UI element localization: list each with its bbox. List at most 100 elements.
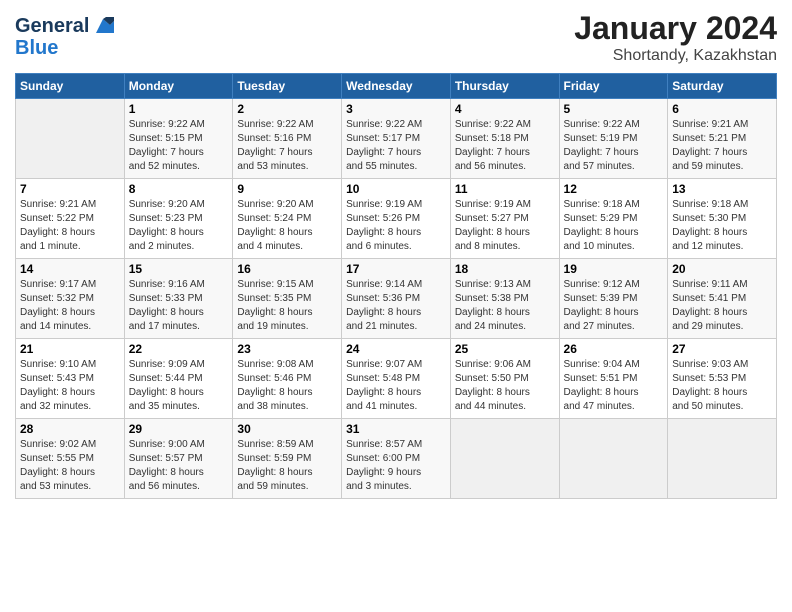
calendar-cell: 31 Sunrise: 8:57 AM Sunset: 6:00 PM Dayli… <box>342 419 451 499</box>
day-number: 27 <box>672 342 772 356</box>
day-info: Sunrise: 9:15 AM Sunset: 5:35 PM Dayligh… <box>237 278 337 334</box>
location: Shortandy, Kazakhstan <box>574 47 777 65</box>
calendar-week-3: 14Sunrise: 9:17 AM Sunset: 5:32 PM Dayli… <box>16 259 777 339</box>
calendar-cell: 12 Sunrise: 9:18 AM Sunset: 5:29 PM Dayli… <box>559 179 668 259</box>
calendar-cell: 21Sunrise: 9:10 AM Sunset: 5:43 PM Dayli… <box>16 339 125 419</box>
day-info: Sunrise: 9:13 AM Sunset: 5:38 PM Dayligh… <box>455 278 555 334</box>
day-info: Sunrise: 9:12 AM Sunset: 5:39 PM Dayligh… <box>564 278 664 334</box>
day-info: Sunrise: 8:57 AM Sunset: 6:00 PM Dayligh… <box>346 438 446 494</box>
col-monday: Monday <box>124 74 233 99</box>
col-wednesday: Wednesday <box>342 74 451 99</box>
day-number: 5 <box>564 102 664 116</box>
calendar-cell: 22Sunrise: 9:09 AM Sunset: 5:44 PM Dayli… <box>124 339 233 419</box>
day-number: 20 <box>672 262 772 276</box>
calendar-cell: 14Sunrise: 9:17 AM Sunset: 5:32 PM Dayli… <box>16 259 125 339</box>
day-info: Sunrise: 9:07 AM Sunset: 5:48 PM Dayligh… <box>346 358 446 414</box>
calendar-cell: 5 Sunrise: 9:22 AM Sunset: 5:19 PM Daylig… <box>559 99 668 179</box>
calendar-cell: 13 Sunrise: 9:18 AM Sunset: 5:30 PM Dayli… <box>668 179 777 259</box>
calendar-week-4: 21Sunrise: 9:10 AM Sunset: 5:43 PM Dayli… <box>16 339 777 419</box>
calendar-cell: 1 Sunrise: 9:22 AM Sunset: 5:15 PM Daylig… <box>124 99 233 179</box>
day-number: 9 <box>237 182 337 196</box>
calendar-cell: 2 Sunrise: 9:22 AM Sunset: 5:16 PM Daylig… <box>233 99 342 179</box>
calendar-cell <box>668 419 777 499</box>
day-info: Sunrise: 9:18 AM Sunset: 5:29 PM Dayligh… <box>564 198 664 254</box>
calendar-cell <box>450 419 559 499</box>
calendar-cell: 19 Sunrise: 9:12 AM Sunset: 5:39 PM Dayli… <box>559 259 668 339</box>
title-block: January 2024 Shortandy, Kazakhstan <box>574 10 777 65</box>
day-number: 19 <box>564 262 664 276</box>
calendar-cell: 11Sunrise: 9:19 AM Sunset: 5:27 PM Dayli… <box>450 179 559 259</box>
day-number: 25 <box>455 342 555 356</box>
day-number: 17 <box>346 262 446 276</box>
calendar-cell: 17 Sunrise: 9:14 AM Sunset: 5:36 PM Dayli… <box>342 259 451 339</box>
col-saturday: Saturday <box>668 74 777 99</box>
day-number: 30 <box>237 422 337 436</box>
day-info: Sunrise: 9:20 AM Sunset: 5:23 PM Dayligh… <box>129 198 229 254</box>
day-number: 18 <box>455 262 555 276</box>
calendar-cell: 30Sunrise: 8:59 AM Sunset: 5:59 PM Dayli… <box>233 419 342 499</box>
day-number: 16 <box>237 262 337 276</box>
day-number: 6 <box>672 102 772 116</box>
calendar-week-2: 7Sunrise: 9:21 AM Sunset: 5:22 PM Daylig… <box>16 179 777 259</box>
calendar-week-5: 28 Sunrise: 9:02 AM Sunset: 5:55 PM Dayli… <box>16 419 777 499</box>
day-info: Sunrise: 9:14 AM Sunset: 5:36 PM Dayligh… <box>346 278 446 334</box>
calendar-cell: 15Sunrise: 9:16 AM Sunset: 5:33 PM Dayli… <box>124 259 233 339</box>
calendar-cell: 16 Sunrise: 9:15 AM Sunset: 5:35 PM Dayli… <box>233 259 342 339</box>
day-info: Sunrise: 9:22 AM Sunset: 5:19 PM Dayligh… <box>564 118 664 174</box>
day-number: 13 <box>672 182 772 196</box>
calendar-table: Sunday Monday Tuesday Wednesday Thursday… <box>15 73 777 499</box>
calendar-cell: 24 Sunrise: 9:07 AM Sunset: 5:48 PM Dayli… <box>342 339 451 419</box>
logo-blue: Blue <box>15 37 58 59</box>
calendar-cell: 20 Sunrise: 9:11 AM Sunset: 5:41 PM Dayli… <box>668 259 777 339</box>
day-info: Sunrise: 9:00 AM Sunset: 5:57 PM Dayligh… <box>129 438 229 494</box>
day-number: 7 <box>20 182 120 196</box>
day-number: 1 <box>129 102 229 116</box>
day-number: 8 <box>129 182 229 196</box>
day-number: 22 <box>129 342 229 356</box>
calendar-cell: 23 Sunrise: 9:08 AM Sunset: 5:46 PM Dayli… <box>233 339 342 419</box>
day-number: 14 <box>20 262 120 276</box>
calendar-cell: 10 Sunrise: 9:19 AM Sunset: 5:26 PM Dayli… <box>342 179 451 259</box>
calendar-cell: 8 Sunrise: 9:20 AM Sunset: 5:23 PM Daylig… <box>124 179 233 259</box>
day-info: Sunrise: 9:11 AM Sunset: 5:41 PM Dayligh… <box>672 278 772 334</box>
header: General Blue January 2024 Shortandy, Kaz… <box>15 10 777 65</box>
day-number: 3 <box>346 102 446 116</box>
month-year: January 2024 <box>574 10 777 47</box>
day-info: Sunrise: 9:21 AM Sunset: 5:21 PM Dayligh… <box>672 118 772 174</box>
day-number: 15 <box>129 262 229 276</box>
calendar-cell: 9Sunrise: 9:20 AM Sunset: 5:24 PM Daylig… <box>233 179 342 259</box>
day-info: Sunrise: 9:19 AM Sunset: 5:27 PM Dayligh… <box>455 198 555 254</box>
calendar-cell: 29Sunrise: 9:00 AM Sunset: 5:57 PM Dayli… <box>124 419 233 499</box>
calendar-cell: 26Sunrise: 9:04 AM Sunset: 5:51 PM Dayli… <box>559 339 668 419</box>
calendar-cell <box>16 99 125 179</box>
day-number: 10 <box>346 182 446 196</box>
calendar-week-1: 1 Sunrise: 9:22 AM Sunset: 5:15 PM Daylig… <box>16 99 777 179</box>
day-number: 31 <box>346 422 446 436</box>
calendar-cell: 27Sunrise: 9:03 AM Sunset: 5:53 PM Dayli… <box>668 339 777 419</box>
day-info: Sunrise: 9:08 AM Sunset: 5:46 PM Dayligh… <box>237 358 337 414</box>
day-info: Sunrise: 9:18 AM Sunset: 5:30 PM Dayligh… <box>672 198 772 254</box>
logo-icon <box>92 15 114 37</box>
day-info: Sunrise: 9:06 AM Sunset: 5:50 PM Dayligh… <box>455 358 555 414</box>
calendar-cell <box>559 419 668 499</box>
day-info: Sunrise: 9:22 AM Sunset: 5:17 PM Dayligh… <box>346 118 446 174</box>
day-number: 4 <box>455 102 555 116</box>
day-info: Sunrise: 9:04 AM Sunset: 5:51 PM Dayligh… <box>564 358 664 414</box>
day-number: 23 <box>237 342 337 356</box>
calendar-cell: 3 Sunrise: 9:22 AM Sunset: 5:17 PM Daylig… <box>342 99 451 179</box>
col-sunday: Sunday <box>16 74 125 99</box>
main-container: General Blue January 2024 Shortandy, Kaz… <box>0 0 792 509</box>
day-number: 28 <box>20 422 120 436</box>
calendar-cell: 7Sunrise: 9:21 AM Sunset: 5:22 PM Daylig… <box>16 179 125 259</box>
day-info: Sunrise: 9:02 AM Sunset: 5:55 PM Dayligh… <box>20 438 120 494</box>
day-number: 24 <box>346 342 446 356</box>
day-info: Sunrise: 9:22 AM Sunset: 5:16 PM Dayligh… <box>237 118 337 174</box>
day-number: 12 <box>564 182 664 196</box>
logo: General Blue <box>15 15 114 59</box>
col-friday: Friday <box>559 74 668 99</box>
col-thursday: Thursday <box>450 74 559 99</box>
day-info: Sunrise: 9:22 AM Sunset: 5:15 PM Dayligh… <box>129 118 229 174</box>
day-number: 2 <box>237 102 337 116</box>
day-info: Sunrise: 9:19 AM Sunset: 5:26 PM Dayligh… <box>346 198 446 254</box>
header-row: Sunday Monday Tuesday Wednesday Thursday… <box>16 74 777 99</box>
